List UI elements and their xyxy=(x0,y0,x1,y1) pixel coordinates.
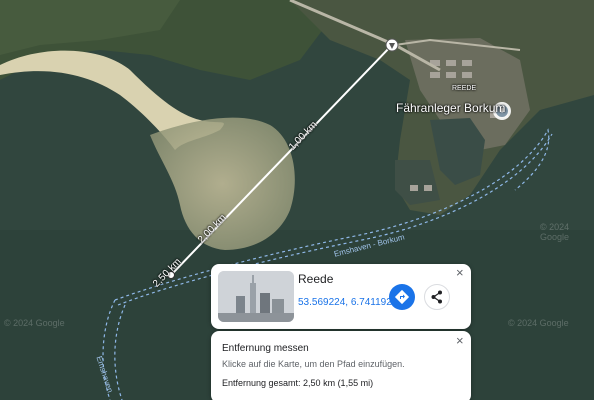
place-coordinates[interactable]: 53.569224, 6.741192 xyxy=(298,297,392,308)
place-thumbnail[interactable] xyxy=(218,271,294,322)
directions-icon xyxy=(394,289,410,305)
map-watermark: © 2024 Google xyxy=(508,318,569,328)
share-button[interactable] xyxy=(424,284,450,310)
measure-hint: Klicke auf die Karte, um den Pfad einzuf… xyxy=(222,359,405,369)
close-icon[interactable]: × xyxy=(456,334,464,347)
place-label[interactable]: Fähranleger Borkum xyxy=(396,101,505,115)
area-label: REEDE xyxy=(452,85,477,92)
map-watermark: © 2024 Google xyxy=(4,318,65,328)
close-icon[interactable]: × xyxy=(456,266,464,279)
satellite-map[interactable]: Fähranleger Borkum REEDE 1,00 km 2,00 km… xyxy=(0,0,594,400)
measure-title: Entfernung messen xyxy=(222,343,309,354)
measure-end-marker xyxy=(385,38,399,52)
place-card[interactable]: Reede 53.569224, 6.741192 × xyxy=(211,264,471,329)
map-watermark: © 2024 Google xyxy=(540,222,570,242)
directions-button[interactable] xyxy=(389,284,415,310)
place-title: Reede xyxy=(298,272,334,286)
share-icon xyxy=(431,290,442,304)
measure-total: Entfernung gesamt: 2,50 km (1,55 mi) xyxy=(222,378,374,388)
measure-distance-card[interactable]: Entfernung messen Klicke auf die Karte, … xyxy=(211,331,471,400)
